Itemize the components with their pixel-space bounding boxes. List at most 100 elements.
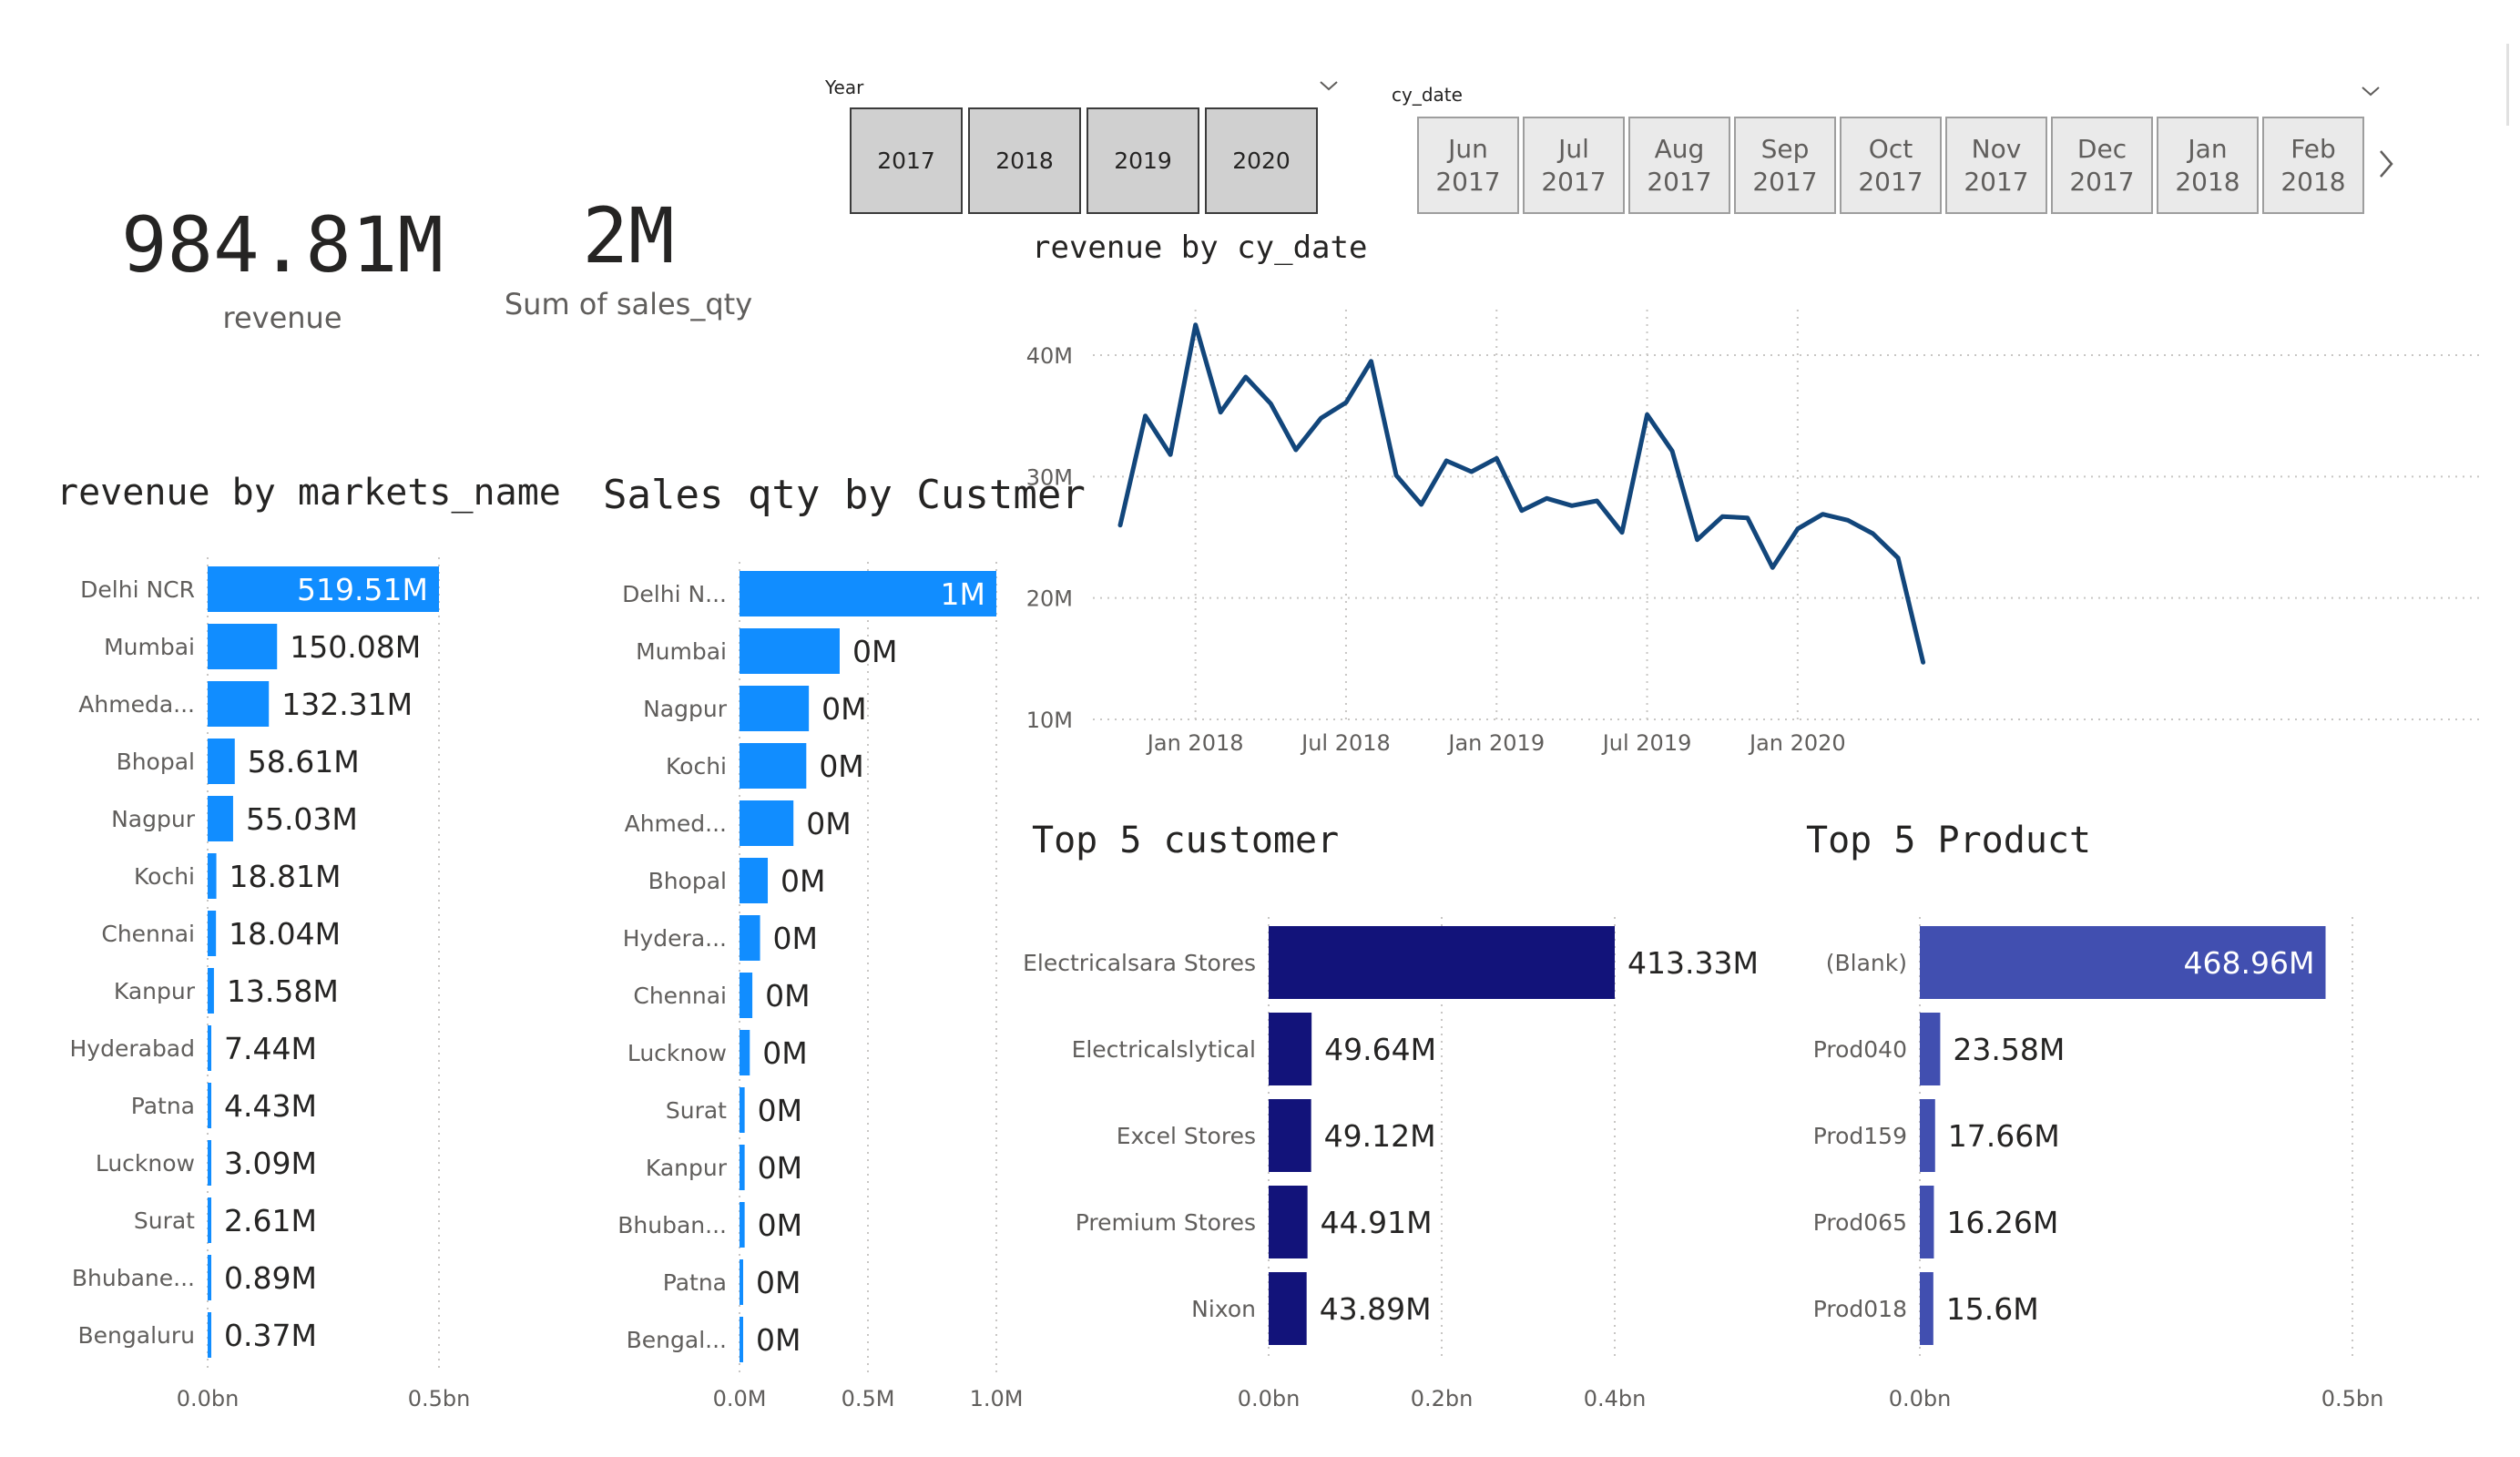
category-label: Prod065	[1813, 1209, 1907, 1236]
data-label: 17.66M	[1948, 1118, 2060, 1154]
date-option[interactable]: Feb 2018	[2262, 117, 2364, 214]
bar	[208, 911, 217, 956]
data-label: 519.51M	[297, 572, 428, 607]
markets-bar-chart: 0.0bn 0.5bn Delhi NCR 519.51M Mumbai 150.08M A…	[70, 557, 470, 1411]
date-option-year: 2017	[1752, 166, 1818, 197]
date-option-month: Aug	[1654, 133, 1705, 164]
category-label: Nixon	[1191, 1296, 1256, 1322]
date-option-year: 2017	[1435, 166, 1501, 197]
year-option-2017[interactable]: 2017	[850, 107, 963, 214]
sales-qty-card: 2M Sum of sales_qty	[483, 191, 774, 337]
customers-qty-bar-chart: 0.0M 0.5M 1.0M Delhi N... 1M Mumbai 0M Nagpur 0M…	[617, 562, 1024, 1411]
bar	[740, 686, 810, 731]
y-tick-label: 30M	[1026, 464, 1073, 490]
data-label: 2.61M	[224, 1203, 317, 1238]
revenue-line-chart: 10M 20M 30M 40M Jan 2018 Jul 2018 Jan 2019 Jul …	[1026, 310, 2482, 756]
revenue-card: 984.81M revenue	[109, 200, 455, 346]
date-option[interactable]: Sep 2017	[1734, 117, 1836, 214]
category-label: Delhi N...	[622, 581, 727, 607]
bar	[740, 1202, 745, 1248]
year-option-2018[interactable]: 2018	[968, 107, 1081, 214]
category-label: Kanpur	[114, 978, 196, 1004]
date-option-year: 2017	[1647, 166, 1712, 197]
date-option[interactable]: Jun 2017	[1417, 117, 1519, 214]
category-label: Lucknow	[96, 1150, 195, 1177]
bar	[740, 1087, 745, 1133]
category-label: Lucknow	[627, 1040, 727, 1066]
data-label: 23.58M	[1953, 1032, 2065, 1067]
data-label: 0M	[773, 921, 818, 956]
date-option-month: Dec	[2076, 133, 2127, 164]
category-label: Delhi NCR	[80, 576, 195, 603]
category-label: Prod040	[1813, 1036, 1907, 1063]
data-label: 44.91M	[1321, 1205, 1433, 1240]
year-option-2019[interactable]: 2019	[1087, 107, 1199, 214]
bar	[1920, 1099, 1935, 1172]
data-label: 3.09M	[224, 1146, 317, 1181]
bar	[740, 973, 753, 1018]
data-label: 413.33M	[1627, 945, 1759, 981]
top-customers-bar-chart: 0.0bn 0.2bn 0.4bn Electricalsara Stores 413.…	[1023, 917, 1759, 1411]
category-label: Bhubane...	[72, 1265, 195, 1291]
y-tick-label: 10M	[1026, 708, 1073, 733]
category-label: Hyderabad	[70, 1035, 196, 1062]
data-label: 58.61M	[248, 744, 360, 779]
bar	[1920, 1186, 1934, 1258]
date-option-month: Jul	[1558, 133, 1589, 164]
x-tick-label: 0.0bn	[1889, 1386, 1952, 1411]
date-option-month: Jun	[1448, 133, 1488, 164]
bar	[740, 1317, 743, 1362]
date-option[interactable]: Nov 2017	[1945, 117, 2047, 214]
x-tick-label: Jan 2019	[1446, 730, 1545, 756]
x-tick-label: 1.0M	[970, 1386, 1024, 1411]
data-label: 4.43M	[224, 1088, 317, 1124]
bar	[1269, 1099, 1311, 1172]
date-option-month: Nov	[1971, 133, 2022, 164]
data-label: 18.81M	[230, 859, 342, 894]
date-option[interactable]: Dec 2017	[2051, 117, 2153, 214]
category-label: Prod159	[1813, 1123, 1907, 1149]
date-option-month: Oct	[1868, 133, 1913, 164]
chevron-down-icon[interactable]	[2361, 84, 2381, 98]
y-tick-label: 40M	[1026, 343, 1073, 369]
data-label: 0M	[762, 1035, 807, 1071]
bar	[208, 1197, 211, 1243]
scrollbar[interactable]	[2506, 44, 2509, 126]
year-slicer-title: Year	[825, 76, 864, 98]
data-label: 0M	[819, 749, 863, 784]
data-label: 0M	[758, 1150, 802, 1186]
x-tick-label: Jul 2019	[1601, 730, 1692, 756]
x-tick-label: 0.0M	[713, 1386, 767, 1411]
category-label: Excel Stores	[1117, 1123, 1256, 1149]
bar	[740, 743, 807, 789]
date-option-year: 2017	[1964, 166, 2029, 197]
data-label: 0M	[765, 978, 810, 1014]
data-label: 0.89M	[224, 1260, 317, 1296]
x-tick-label: 0.0bn	[1238, 1386, 1301, 1411]
year-option-2020[interactable]: 2020	[1205, 107, 1318, 214]
chevron-down-icon[interactable]	[1319, 78, 1339, 93]
bar	[1269, 1013, 1312, 1085]
bar	[740, 1145, 745, 1190]
x-tick-label: Jan 2020	[1748, 730, 1846, 756]
customers-qty-chart-title: Sales qty by Custmer	[603, 472, 1086, 518]
markets-chart-title: revenue by markets_name	[56, 472, 561, 514]
bar	[208, 1255, 211, 1300]
category-label: Chennai	[633, 983, 727, 1009]
bar	[208, 796, 233, 841]
bar	[1269, 926, 1615, 999]
date-option[interactable]: Aug 2017	[1628, 117, 1730, 214]
data-label: 49.12M	[1324, 1118, 1436, 1154]
category-label: Nagpur	[111, 806, 196, 832]
date-option[interactable]: Jan 2018	[2157, 117, 2259, 214]
date-option-year: 2017	[1541, 166, 1607, 197]
chevron-right-icon[interactable]	[2377, 148, 2395, 180]
category-label: Hydera...	[623, 925, 727, 952]
category-label: Bengaluru	[78, 1322, 195, 1349]
bar	[208, 1083, 211, 1128]
date-option-month: Feb	[2290, 133, 2336, 164]
x-tick-label: Jul 2018	[1300, 730, 1391, 756]
date-option[interactable]: Jul 2017	[1523, 117, 1625, 214]
date-option[interactable]: Oct 2017	[1840, 117, 1942, 214]
data-label: 0M	[780, 863, 825, 899]
